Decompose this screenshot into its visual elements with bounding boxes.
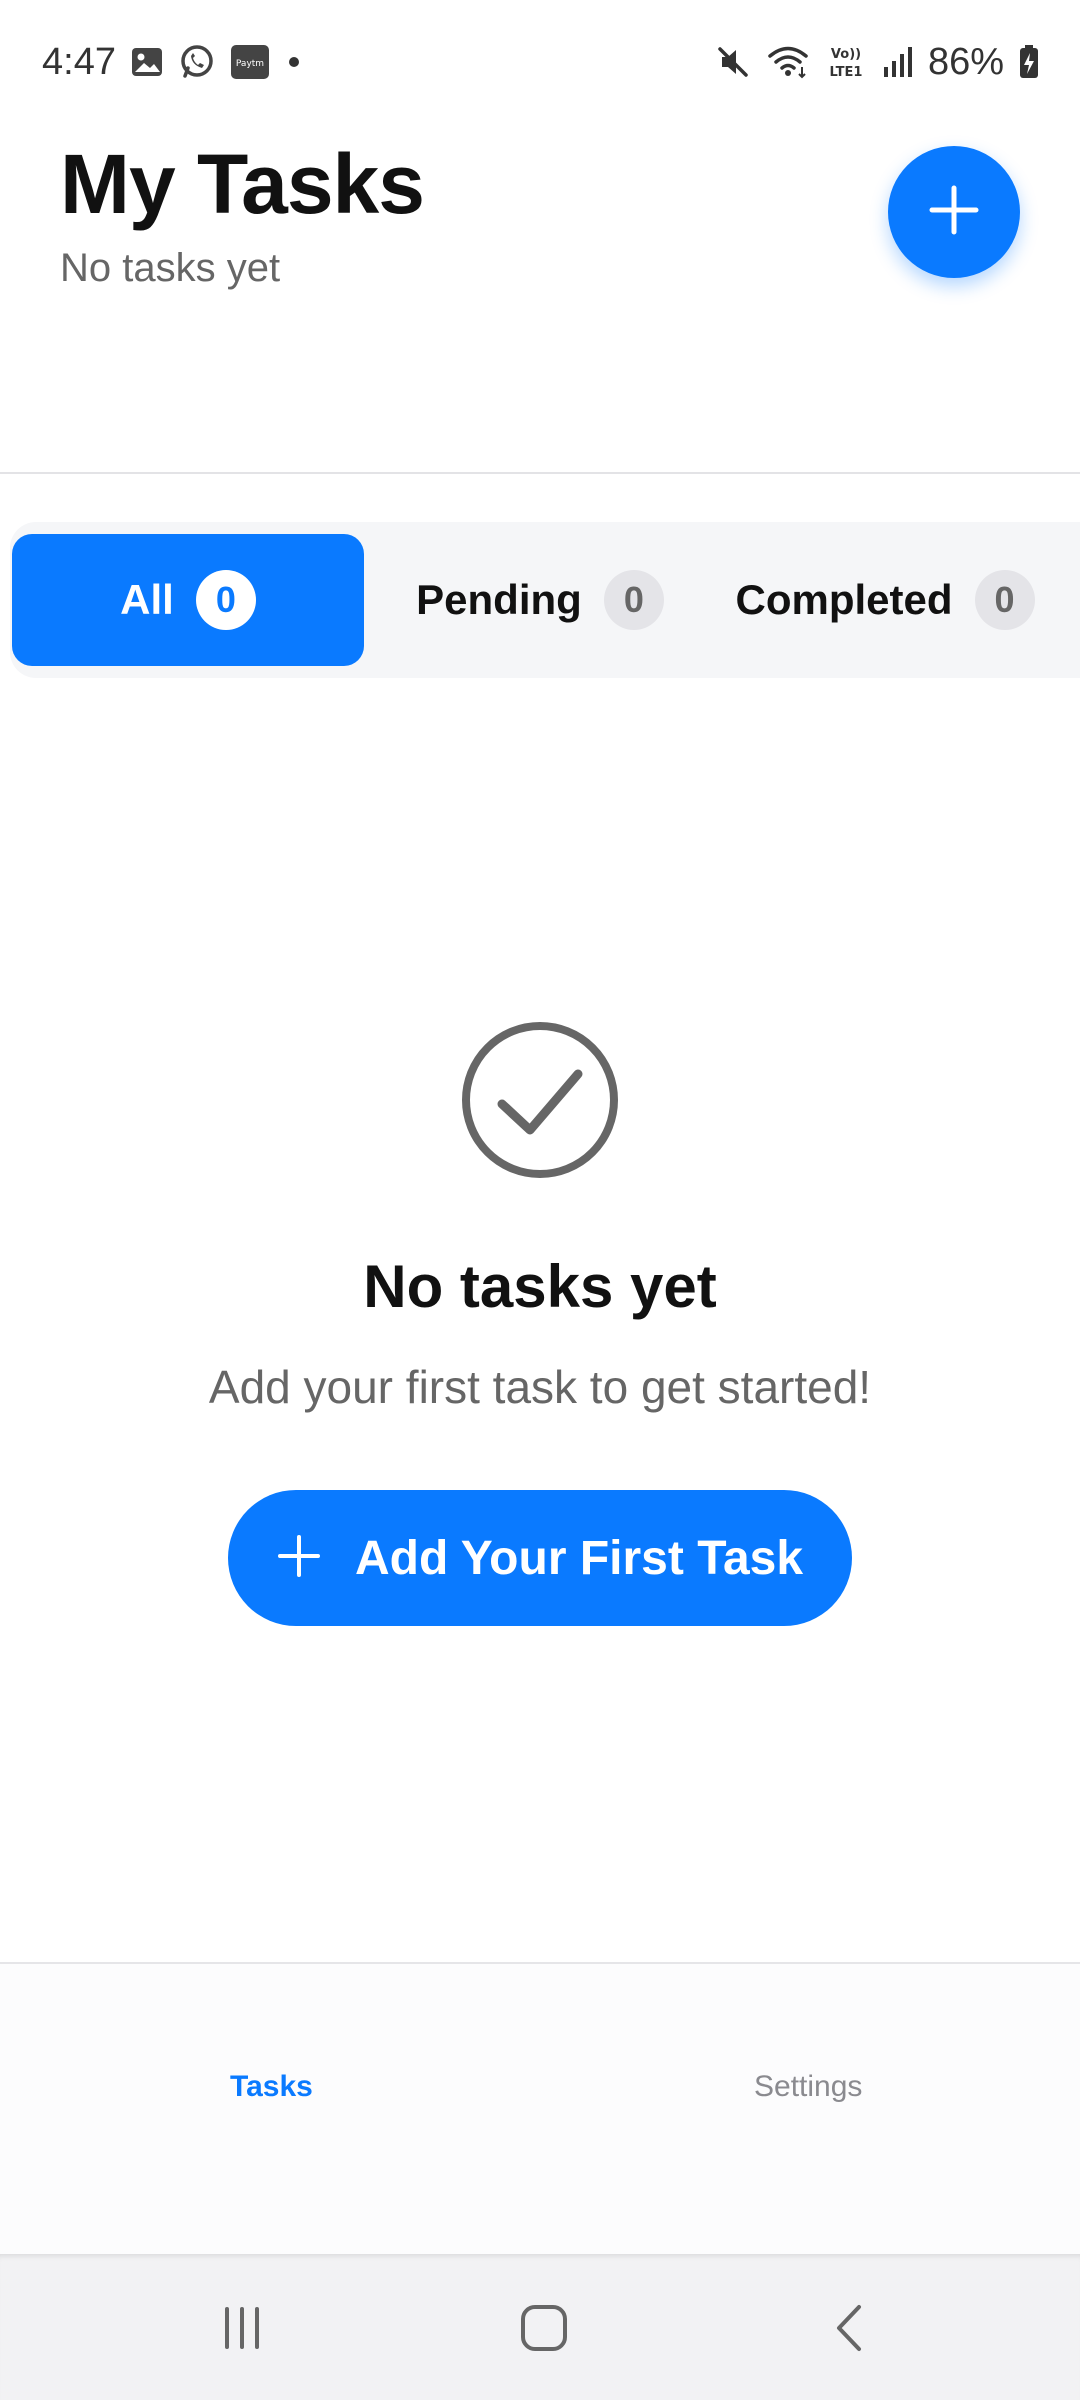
svg-text:LTE1: LTE1 (829, 65, 862, 80)
volte-icon: Vo)) LTE1 (824, 42, 868, 82)
system-navigation-bar (0, 2254, 1080, 2400)
bottom-navigation: Tasks Settings (0, 1962, 1080, 2254)
recents-icon[interactable] (212, 2298, 272, 2358)
gallery-icon (130, 45, 164, 79)
back-icon[interactable] (820, 2298, 880, 2358)
tab-pending[interactable]: Pending 0 (390, 534, 690, 666)
signal-icon (882, 45, 914, 79)
add-first-task-button[interactable]: Add Your First Task (228, 1490, 852, 1626)
plus-icon (926, 182, 982, 243)
empty-state-title: No tasks yet (363, 1253, 717, 1320)
battery-icon (1018, 44, 1040, 80)
tab-count-badge: 0 (603, 570, 664, 630)
tab-count-badge: 0 (195, 570, 256, 630)
whatsapp-icon (178, 43, 216, 81)
add-first-task-label: Add Your First Task (354, 1531, 804, 1585)
status-time: 4:47 (42, 40, 116, 83)
plus-icon (277, 1534, 321, 1583)
svg-text:Vo)): Vo)) (831, 47, 861, 62)
home-icon[interactable] (514, 2298, 574, 2358)
tab-all[interactable]: All 0 (12, 534, 364, 666)
filter-tabs: All 0 Pending 0 Completed 0 (10, 522, 1080, 678)
status-left: 4:47 Paytm (42, 41, 304, 84)
battery-percent: 86% (927, 40, 1004, 83)
status-bar: 4:47 Paytm Vo)) LTE1 86% (0, 0, 1080, 124)
tab-label: Completed (735, 576, 953, 623)
status-right: Vo)) LTE1 86% (714, 41, 1040, 84)
tab-label: Pending (416, 576, 582, 623)
add-task-fab[interactable] (888, 146, 1020, 278)
page-subtitle: No tasks yet (60, 246, 281, 290)
paytm-icon: Paytm (230, 43, 270, 81)
svg-text:Paytm: Paytm (236, 59, 264, 69)
nav-tasks[interactable]: Tasks (230, 2070, 313, 2104)
tab-completed[interactable]: Completed 0 (710, 534, 1060, 666)
wifi-icon (766, 43, 810, 81)
tab-count-badge: 0 (974, 570, 1035, 630)
notification-dot-icon (284, 52, 304, 72)
empty-state-message: Add your first task to get started! (208, 1361, 872, 1413)
nav-settings[interactable]: Settings (754, 2070, 862, 2104)
mute-icon (714, 43, 752, 81)
tab-label: All (120, 576, 174, 623)
check-circle-icon (460, 1020, 620, 1180)
header-divider (0, 472, 1080, 474)
page-title: My Tasks (60, 137, 425, 231)
